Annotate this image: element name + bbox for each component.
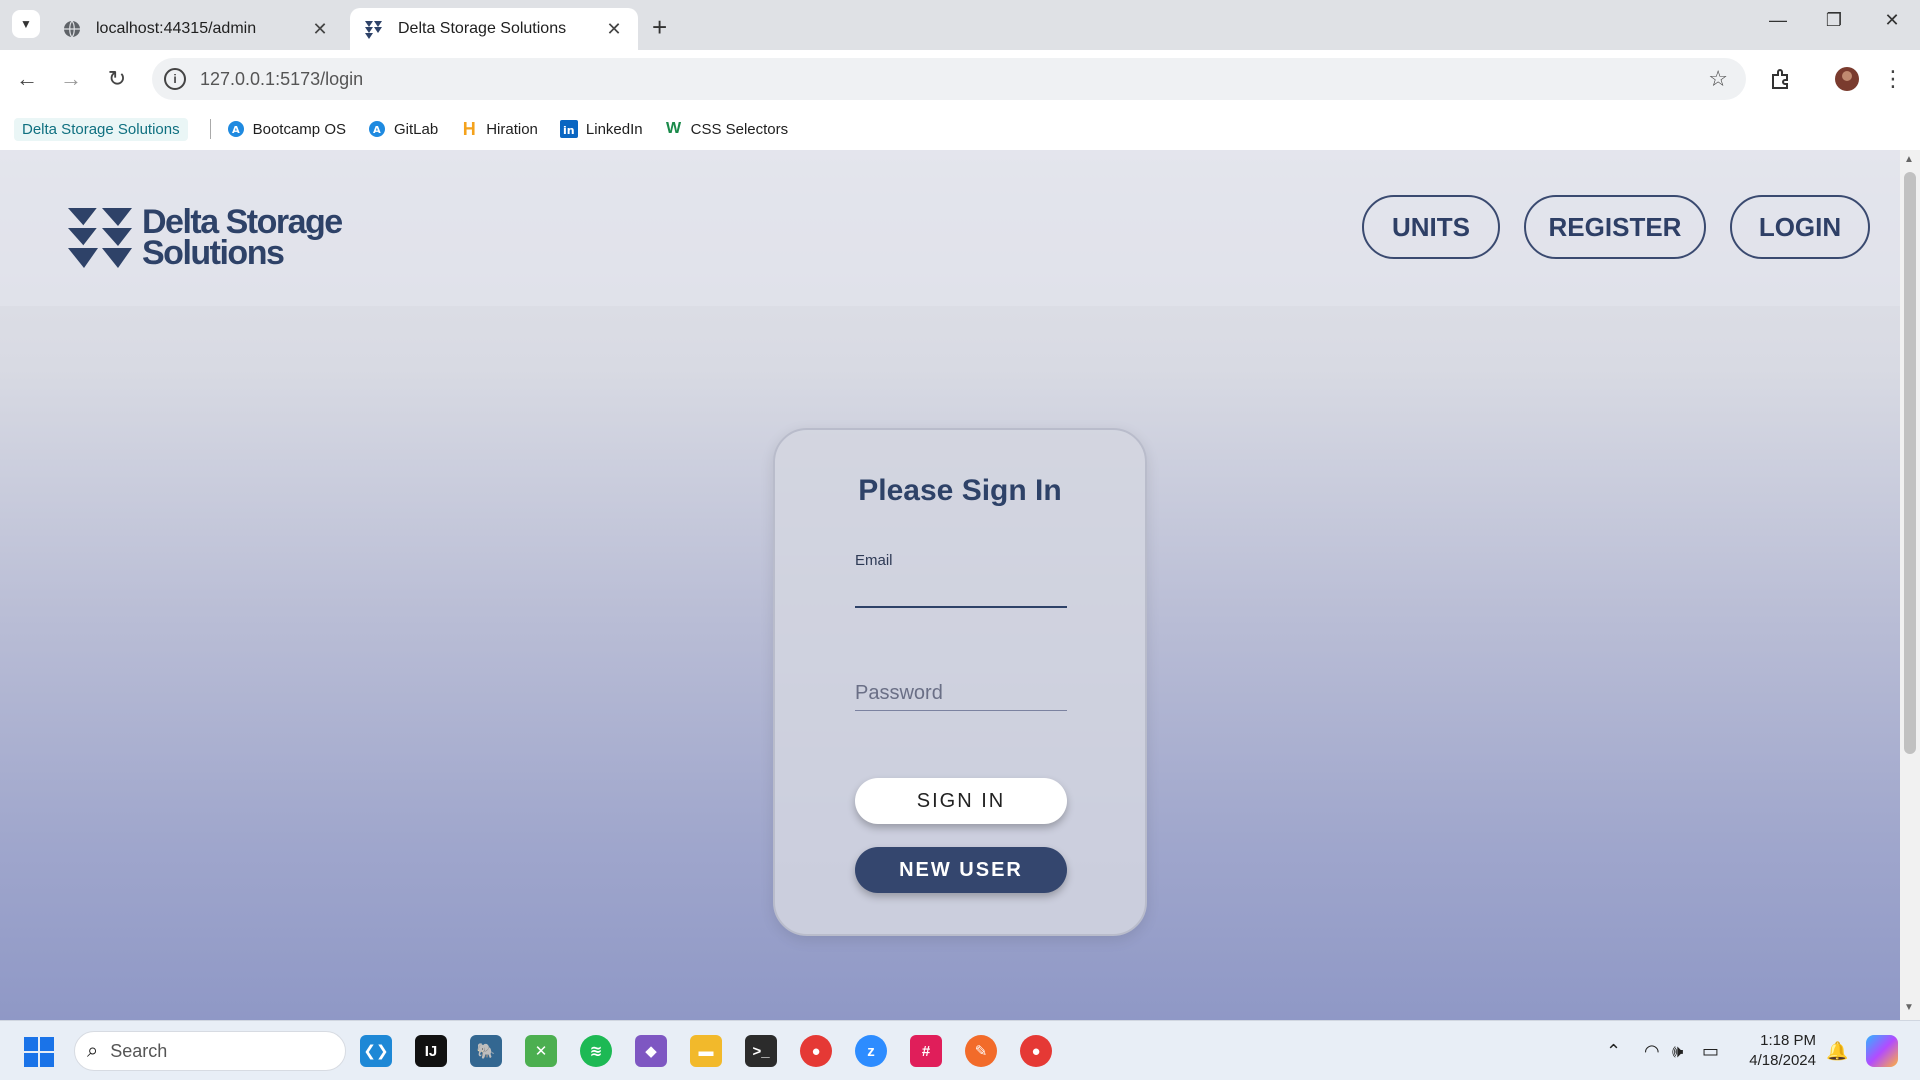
bookmark-label: Bootcamp OS <box>252 120 346 138</box>
nav-login-button[interactable]: LOGIN <box>1730 195 1870 259</box>
delta-logo-mark-icon <box>68 207 132 268</box>
bookmark-linkedin[interactable]: in LinkedIn <box>559 120 643 138</box>
svg-text:A: A <box>373 125 381 136</box>
page-scrollbar[interactable]: ▲ ▼ <box>1900 150 1920 1020</box>
login-card: Please Sign In Email Password SIGN IN NE… <box>773 428 1147 936</box>
password-field[interactable]: Password <box>855 682 943 705</box>
nav-units-button[interactable]: UNITS <box>1362 195 1500 259</box>
password-underline <box>855 710 1067 711</box>
chrome-profile-icon[interactable]: ● <box>1020 1035 1052 1067</box>
terminal-icon[interactable]: >_ <box>745 1035 777 1067</box>
postman-icon[interactable]: ✎ <box>965 1035 997 1067</box>
page-viewport: Delta Storage Solutions UNITS REGISTER L… <box>0 150 1900 1020</box>
file-explorer-icon[interactable]: ▬ <box>690 1035 722 1067</box>
bookmark-delta-storage[interactable]: Delta Storage Solutions <box>14 117 188 141</box>
scroll-up-icon[interactable]: ▲ <box>1904 154 1914 165</box>
windows-taskbar: ⌕ Search ❮❯ IJ 🐘 ✕ ≋ ◆ ▬ >_ ● z # ✎ ● ⌃ … <box>0 1020 1920 1080</box>
nav-register-button[interactable]: REGISTER <box>1524 195 1706 259</box>
back-arrow-icon[interactable]: ← <box>12 64 42 94</box>
volume-icon[interactable]: 🕪 <box>1672 1041 1683 1062</box>
tool-icon[interactable]: ✕ <box>525 1035 557 1067</box>
reload-icon[interactable]: ↻ <box>102 64 132 94</box>
tab-title: localhost:44315/admin <box>96 20 257 37</box>
spotify-icon[interactable]: ≋ <box>580 1035 612 1067</box>
restore-icon[interactable]: ❐ <box>1814 10 1854 31</box>
svg-text:A: A <box>232 125 240 136</box>
tray-overflow-icon[interactable]: ⌃ <box>1606 1041 1621 1062</box>
sign-in-button[interactable]: SIGN IN <box>855 778 1067 824</box>
close-tab-icon[interactable]: ✕ <box>604 19 624 40</box>
gitlab-icon: A <box>368 120 386 138</box>
site-header: Delta Storage Solutions UNITS REGISTER L… <box>0 150 1900 306</box>
bookmark-label: LinkedIn <box>585 120 643 138</box>
browser-toolbar: ← → ↻ i 127.0.0.1:5173/login ☆ ⋮ <box>0 50 1920 108</box>
browser-tabstrip: ▼ localhost:44315/admin ✕ Delta Storage … <box>0 0 1920 50</box>
search-icon: ⌕ <box>87 1039 99 1062</box>
address-url[interactable]: 127.0.0.1:5173/login <box>200 69 363 90</box>
delta-logo-icon <box>364 19 384 39</box>
logo-wordmark: Delta Storage Solutions <box>142 205 343 272</box>
bookmark-label: GitLab <box>394 120 439 138</box>
svg-text:in: in <box>563 124 575 137</box>
profile-avatar[interactable] <box>1832 64 1862 94</box>
slack-icon[interactable]: # <box>910 1035 942 1067</box>
chrome-icon[interactable]: ● <box>800 1035 832 1067</box>
globe-icon <box>62 19 82 39</box>
new-user-button[interactable]: NEW USER <box>855 847 1067 893</box>
extensions-icon[interactable] <box>1766 64 1796 94</box>
visual-studio-icon[interactable]: ◆ <box>635 1035 667 1067</box>
notification-bell-icon[interactable]: 🔔 <box>1826 1041 1848 1062</box>
close-window-icon[interactable]: ✕ <box>1872 10 1912 31</box>
bookmark-separator <box>209 119 211 139</box>
tab-delta-storage[interactable]: Delta Storage Solutions ✕ <box>350 8 638 50</box>
zoom-icon[interactable]: z <box>855 1035 887 1067</box>
minimize-icon[interactable]: — <box>1758 10 1798 31</box>
email-label: Email <box>855 552 893 569</box>
taskbar-search-placeholder: Search <box>110 1040 168 1061</box>
hiration-icon: H <box>462 118 476 139</box>
tab-title: Delta Storage Solutions <box>398 20 567 37</box>
copilot-icon[interactable] <box>1866 1035 1898 1067</box>
bookmark-label: CSS Selectors <box>690 120 789 138</box>
site-logo[interactable]: Delta Storage Solutions <box>68 205 343 272</box>
email-underline <box>855 606 1067 608</box>
bootcamp-icon: A <box>227 120 245 138</box>
bookmark-label: Hiration <box>486 120 538 138</box>
postgres-icon[interactable]: 🐘 <box>470 1035 502 1067</box>
bookmark-css-selectors[interactable]: W CSS Selectors <box>665 120 789 138</box>
tab-localhost-admin[interactable]: localhost:44315/admin ✕ <box>48 8 344 50</box>
bookmarks-bar: Delta Storage Solutions A Bootcamp OS A … <box>0 108 1920 150</box>
address-bar[interactable]: i 127.0.0.1:5173/login ☆ <box>152 58 1746 100</box>
scroll-down-icon[interactable]: ▼ <box>1904 1002 1914 1013</box>
scrollbar-thumb[interactable] <box>1904 172 1916 754</box>
login-title: Please Sign In <box>858 474 1062 507</box>
wifi-icon[interactable]: ◠ <box>1644 1041 1660 1062</box>
windows-start-icon[interactable] <box>24 1037 54 1067</box>
vscode-icon[interactable]: ❮❯ <box>360 1035 392 1067</box>
browser-menu-icon[interactable]: ⋮ <box>1878 64 1908 94</box>
clock-date: 4/18/2024 <box>1749 1052 1816 1069</box>
forward-arrow-icon[interactable]: → <box>56 64 86 94</box>
close-tab-icon[interactable]: ✕ <box>310 19 330 40</box>
chevron-down-icon: ▼ <box>20 17 32 31</box>
bookmark-bootcamp-os[interactable]: A Bootcamp OS <box>227 120 346 138</box>
linkedin-icon: in <box>559 120 578 138</box>
email-field[interactable] <box>855 574 1067 604</box>
css-selectors-icon: W <box>666 120 682 137</box>
tab-search-button[interactable]: ▼ <box>12 10 40 38</box>
taskbar-clock[interactable]: 1:18 PM 4/18/2024 <box>1742 1031 1816 1071</box>
site-info-icon[interactable]: i <box>164 68 186 90</box>
logo-line-2: Solutions <box>142 234 285 272</box>
bookmark-gitlab[interactable]: A GitLab <box>368 120 438 138</box>
clock-time: 1:18 PM <box>1760 1032 1816 1049</box>
bookmark-star-icon[interactable]: ☆ <box>1708 66 1728 92</box>
taskbar-search[interactable]: ⌕ Search <box>74 1031 346 1071</box>
battery-icon[interactable]: ▭ <box>1702 1041 1719 1062</box>
intellij-icon[interactable]: IJ <box>415 1035 447 1067</box>
new-tab-button[interactable]: + <box>652 12 667 43</box>
bookmark-hiration[interactable]: H Hiration <box>460 118 538 139</box>
